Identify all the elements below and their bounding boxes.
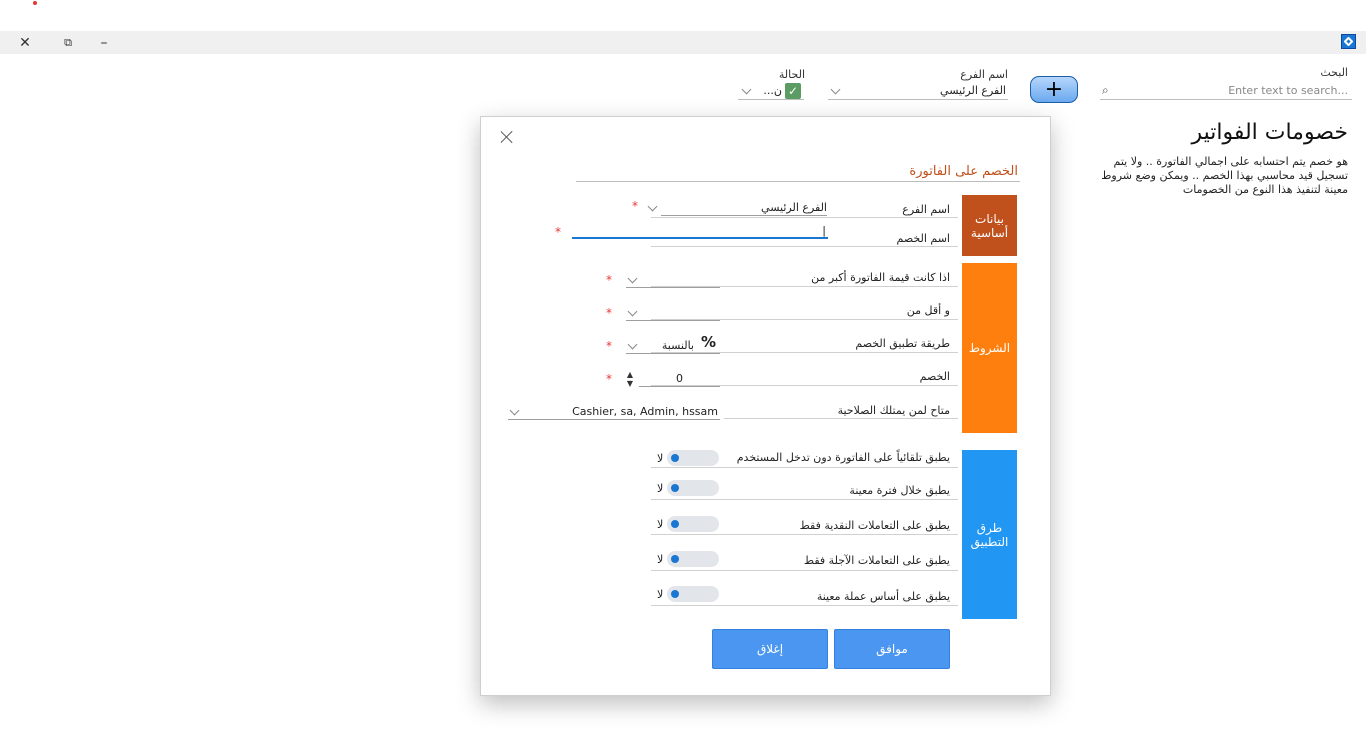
discount-dialog: الخصم على الفاتورة بيانات أساسية الشروط …	[480, 116, 1051, 696]
discount-value: 0	[676, 372, 683, 385]
plus-icon: +	[1044, 76, 1064, 102]
percent-icon: %	[700, 333, 716, 351]
ok-button[interactable]: موافق	[834, 629, 950, 669]
less-than-input[interactable]	[626, 305, 720, 321]
search-icon[interactable]: ⌕	[1102, 83, 1109, 98]
toggle-knob	[671, 555, 679, 563]
roles-select[interactable]: Cashier, sa, Admin, hssam	[508, 404, 720, 420]
chevron-down-icon	[509, 405, 520, 416]
page-description: هو خصم يتم احتسابه على اجمالي الفاتورة .…	[1101, 155, 1348, 196]
greater-than-label: اذا كانت قيمة الفاتورة أكبر من	[811, 271, 950, 284]
status-filter-label: الحالة	[778, 68, 805, 81]
toggle-value: لا	[657, 553, 664, 566]
toggle-cash[interactable]	[667, 516, 719, 532]
method-value: بالنسبة	[661, 339, 694, 352]
chevron-down-icon	[741, 84, 752, 95]
toggle-currency[interactable]	[667, 586, 719, 602]
row-divider	[724, 418, 958, 419]
close-icon[interactable]: ✕	[10, 31, 40, 54]
check-icon: ✓	[787, 84, 799, 98]
branch-filter-select[interactable]: الفرع الرئيسي	[828, 83, 1008, 100]
toggle-label-cash: يطبق على التعاملات النقدية فقط	[799, 519, 950, 532]
chevron-down-icon	[627, 339, 638, 350]
add-button[interactable]: +	[1030, 76, 1078, 103]
branch-value: الفرع الرئيسي	[761, 201, 827, 214]
discount-name-label: اسم الخصم	[896, 232, 950, 245]
stepper-down-icon[interactable]: ▼	[623, 379, 637, 388]
discount-label: الخصم	[919, 370, 950, 383]
discount-input[interactable]: 0	[639, 371, 720, 387]
toggle-value: لا	[657, 588, 664, 601]
app-icon	[1341, 34, 1356, 49]
toggle-period[interactable]	[667, 480, 719, 496]
search-label: البحث	[1320, 66, 1348, 79]
toggle-knob	[671, 590, 679, 598]
window-titlebar: ✕ ⧉ –	[0, 31, 1366, 54]
row-divider	[651, 499, 958, 500]
toggle-label-period: يطبق خلال فترة معينة	[849, 484, 950, 497]
chevron-down-icon	[627, 306, 638, 317]
chevron-down-icon	[647, 201, 658, 212]
discount-name-input[interactable]: |	[572, 223, 828, 239]
status-filter-value: ن...	[763, 84, 782, 97]
required-mark: *	[606, 339, 612, 353]
restore-icon[interactable]: ⧉	[53, 31, 83, 54]
search-placeholder: ...Enter text to search	[1228, 84, 1348, 97]
toggle-label-credit: يطبق على التعاملات الآجلة فقط	[803, 554, 950, 567]
section-basic: بيانات أساسية	[962, 195, 1017, 256]
toggle-value: لا	[657, 452, 664, 465]
chevron-down-icon	[830, 84, 841, 95]
chevron-down-icon	[627, 273, 638, 284]
less-than-label: و أقل من	[906, 304, 950, 317]
toggle-credit[interactable]	[667, 551, 719, 567]
toggle-knob	[671, 484, 679, 492]
toggle-label-auto: يطبق تلقائياً على الفاتورة دون تدخل المس…	[736, 451, 950, 464]
close-button[interactable]: إغلاق	[712, 629, 828, 669]
toggle-value: لا	[657, 518, 664, 531]
branch-select[interactable]: الفرع الرئيسي	[647, 200, 827, 216]
search-input[interactable]: ...Enter text to search ⌕	[1100, 82, 1352, 100]
branch-label: اسم الفرع	[902, 203, 950, 216]
section-methods: طرق التطبيق	[962, 450, 1017, 619]
branch-filter-label: اسم الفرع	[960, 68, 1008, 81]
roles-value: Cashier, sa, Admin, hssam	[572, 405, 718, 418]
row-divider	[651, 467, 958, 468]
page-title: خصومات الفواتير	[1191, 120, 1348, 145]
greater-than-input[interactable]	[626, 272, 720, 288]
discount-name-value: |	[822, 224, 826, 237]
required-mark: *	[606, 306, 612, 320]
status-checkbox[interactable]: ✓	[785, 83, 801, 99]
row-divider	[651, 605, 958, 606]
title-divider	[576, 181, 1020, 182]
required-mark: *	[555, 225, 561, 239]
row-divider	[651, 217, 958, 218]
toggle-label-currency: يطبق على أساس عملة معينة	[816, 590, 950, 603]
close-icon[interactable]	[499, 129, 515, 145]
row-divider	[651, 570, 958, 571]
status-dot	[33, 1, 37, 5]
row-divider	[651, 534, 958, 535]
dialog-title: الخصم على الفاتورة	[909, 164, 1018, 179]
roles-label: متاح لمن يمتلك الصلاحية	[837, 404, 950, 417]
row-divider	[651, 246, 958, 247]
minimize-icon[interactable]: –	[89, 31, 119, 54]
stepper-up-icon[interactable]: ▲	[623, 370, 637, 379]
branch-filter-value: الفرع الرئيسي	[940, 84, 1006, 97]
toggle-knob	[671, 520, 679, 528]
required-mark: *	[632, 199, 638, 213]
discount-stepper[interactable]: ▲ ▼	[623, 370, 637, 388]
method-label: طريقة تطبيق الخصم	[855, 337, 950, 350]
toggle-knob	[671, 454, 679, 462]
method-select[interactable]: % بالنسبة	[626, 333, 720, 354]
required-mark: *	[606, 273, 612, 287]
toggle-value: لا	[657, 482, 664, 495]
toggle-auto[interactable]	[667, 450, 719, 466]
section-conditions: الشروط	[962, 263, 1017, 433]
required-mark: *	[606, 372, 612, 386]
